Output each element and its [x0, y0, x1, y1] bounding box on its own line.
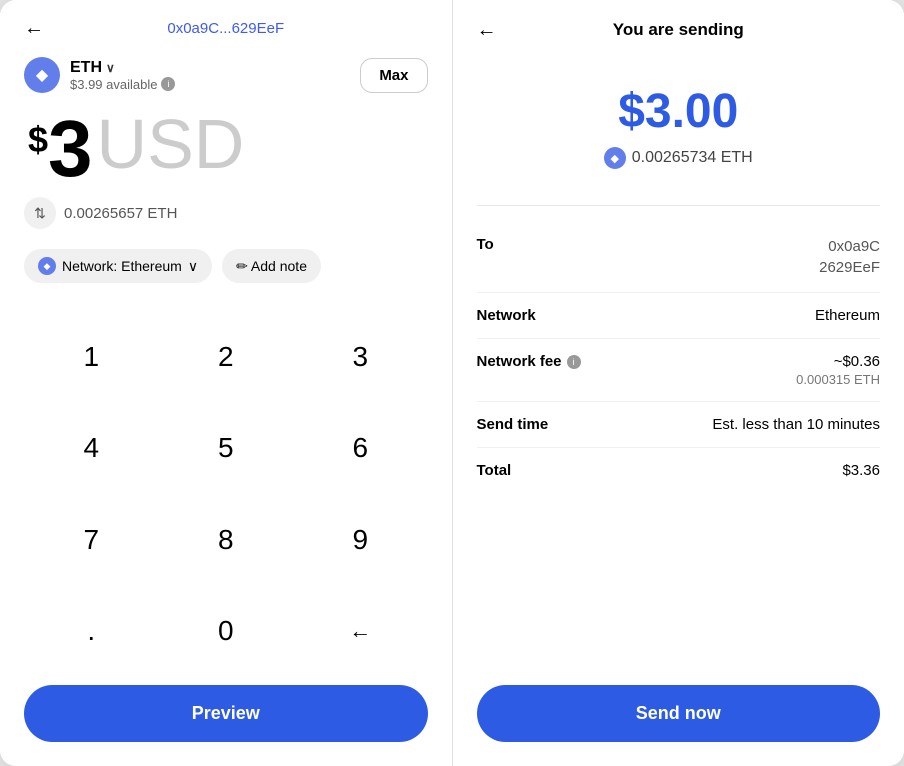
- max-button[interactable]: Max: [360, 58, 427, 93]
- to-label: To: [477, 236, 494, 253]
- eth-amount-text: 0.00265657 ETH: [64, 205, 177, 222]
- to-row: To 0x0a9C 2629EeF: [477, 222, 881, 293]
- preview-button[interactable]: Preview: [24, 685, 428, 742]
- eth-amount-row: ⇅ 0.00265657 ETH: [24, 197, 428, 229]
- keypad: 1 2 3 4 5 6 7 8 9 . 0 ←: [24, 311, 428, 677]
- add-note-button[interactable]: ✏ Add note: [222, 249, 321, 283]
- key-backspace[interactable]: ←: [293, 586, 428, 678]
- network-fee-row: Network fee i ~$0.36 0.000315 ETH: [477, 339, 881, 402]
- network-row: Network Ethereum: [477, 293, 881, 339]
- to-address-line2: 2629EeF: [819, 257, 880, 278]
- fee-info-icon[interactable]: i: [567, 355, 581, 369]
- key-2[interactable]: 2: [159, 311, 294, 403]
- key-7[interactable]: 7: [24, 494, 159, 586]
- add-note-label: ✏ Add note: [236, 258, 307, 275]
- dollar-sign: $: [28, 119, 48, 161]
- right-back-button[interactable]: ←: [477, 19, 497, 42]
- network-pill-label: Network: Ethereum: [62, 258, 182, 274]
- token-info: ◆ ETH ∨ $3.99 available i: [24, 57, 175, 93]
- pills-row: ◆ Network: Ethereum ∨ ✏ Add note: [24, 249, 428, 283]
- amount-number: 3: [48, 109, 93, 189]
- network-value: Ethereum: [815, 307, 880, 324]
- fee-value-group: ~$0.36 0.000315 ETH: [796, 353, 880, 387]
- left-panel: ← 0x0a9C...629EeF ◆ ETH ∨ $3.99 availabl…: [0, 0, 453, 766]
- sending-eth-icon: ◆: [604, 147, 626, 169]
- token-text: ETH ∨ $3.99 available i: [70, 59, 175, 92]
- eth-logo-icon: ◆: [24, 57, 60, 93]
- total-row: Total $3.36: [477, 448, 881, 493]
- swap-icon-button[interactable]: ⇅: [24, 197, 56, 229]
- divider: [477, 205, 881, 206]
- left-back-button[interactable]: ←: [24, 17, 44, 40]
- send-time-label: Send time: [477, 416, 549, 433]
- token-row: ◆ ETH ∨ $3.99 available i Max: [24, 57, 428, 93]
- fee-label-row: Network fee i: [477, 353, 581, 370]
- left-header: ← 0x0a9C...629EeF: [24, 20, 428, 37]
- amount-currency: USD: [97, 109, 245, 179]
- token-available: $3.99 available i: [70, 77, 175, 92]
- sending-eth-row: ◆ 0.00265734 ETH: [477, 147, 881, 169]
- right-header: ← You are sending: [477, 20, 881, 40]
- network-label: Network: [477, 307, 536, 324]
- right-header-title: You are sending: [613, 20, 744, 40]
- key-3[interactable]: 3: [293, 311, 428, 403]
- fee-usd-value: ~$0.36: [796, 353, 880, 370]
- total-value: $3.36: [842, 462, 880, 479]
- network-chevron-icon: ∨: [188, 258, 198, 275]
- key-9[interactable]: 9: [293, 494, 428, 586]
- key-dot[interactable]: .: [24, 586, 159, 678]
- available-info-icon[interactable]: i: [161, 77, 175, 91]
- token-name-row[interactable]: ETH ∨: [70, 59, 175, 77]
- right-panel: ← You are sending $3.00 ◆ 0.00265734 ETH…: [453, 0, 904, 766]
- sending-eth-amount: 0.00265734 ETH: [632, 149, 753, 167]
- fee-eth-value: 0.000315 ETH: [796, 372, 880, 387]
- token-name-label: ETH: [70, 59, 102, 77]
- network-pill-button[interactable]: ◆ Network: Ethereum ∨: [24, 249, 212, 283]
- detail-rows: To 0x0a9C 2629EeF Network Ethereum Netwo…: [477, 222, 881, 493]
- to-value: 0x0a9C 2629EeF: [819, 236, 880, 278]
- network-eth-icon: ◆: [38, 257, 56, 275]
- sending-usd-amount: $3.00: [477, 84, 881, 139]
- amount-display: $ 3 USD: [24, 109, 428, 189]
- wallet-address: 0x0a9C...629EeF: [167, 20, 284, 37]
- fee-label: Network fee: [477, 353, 562, 370]
- key-4[interactable]: 4: [24, 403, 159, 495]
- total-label: Total: [477, 462, 512, 479]
- token-chevron-icon: ∨: [106, 61, 115, 75]
- key-5[interactable]: 5: [159, 403, 294, 495]
- key-1[interactable]: 1: [24, 311, 159, 403]
- key-6[interactable]: 6: [293, 403, 428, 495]
- key-0[interactable]: 0: [159, 586, 294, 678]
- sending-amount-section: $3.00 ◆ 0.00265734 ETH: [477, 84, 881, 169]
- send-time-value: Est. less than 10 minutes: [712, 416, 880, 433]
- to-address-line1: 0x0a9C: [819, 236, 880, 257]
- send-time-row: Send time Est. less than 10 minutes: [477, 402, 881, 448]
- send-now-button[interactable]: Send now: [477, 685, 881, 742]
- key-8[interactable]: 8: [159, 494, 294, 586]
